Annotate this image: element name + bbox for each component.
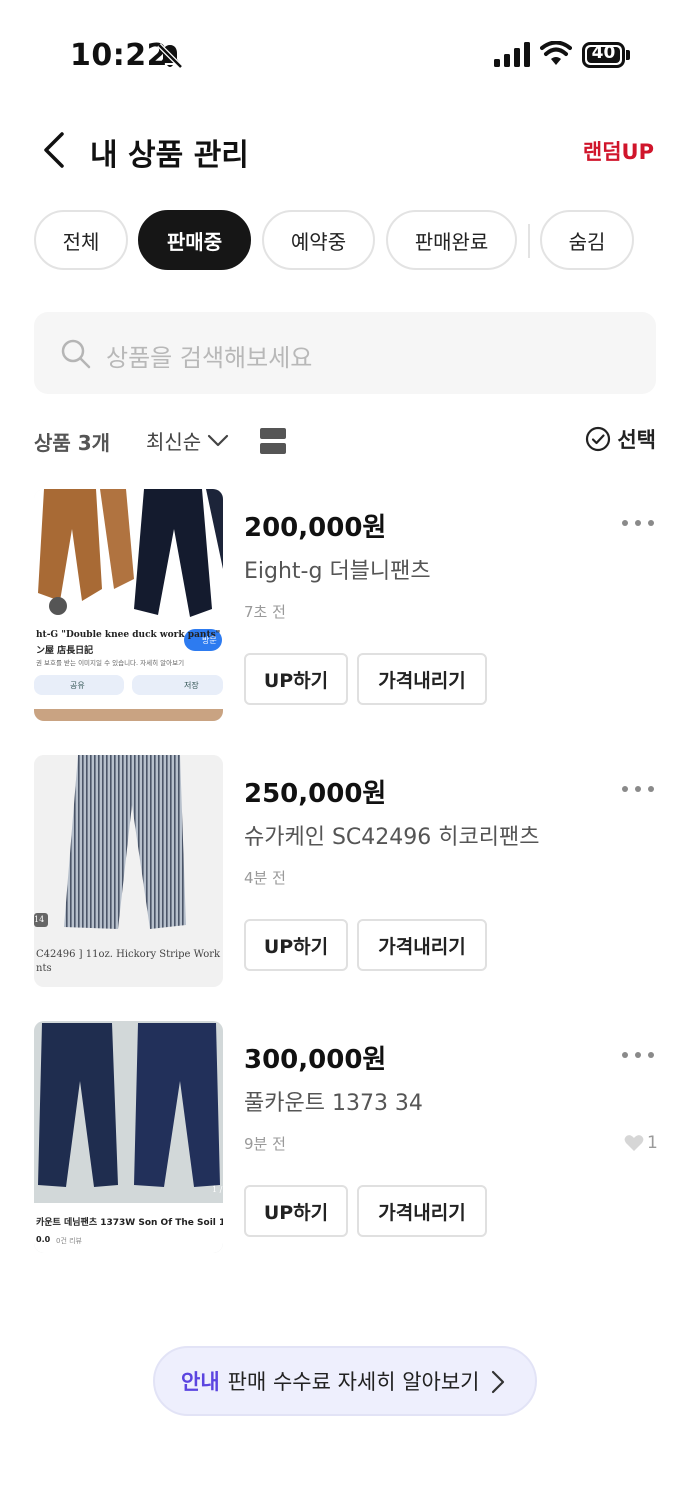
status-bar: 10:22 40 bbox=[0, 0, 690, 110]
thumb-caption: 0건 리뷰 bbox=[56, 1237, 82, 1245]
thumb-caption: 권 보호를 받는 이미지일 수 있습니다. 자세히 알아보기 bbox=[36, 659, 185, 667]
thumb-caption: ht-G "Double knee duck work pants" - bbox=[36, 630, 223, 640]
tab-all[interactable]: 전체 bbox=[34, 210, 128, 270]
thumb-caption: 저장 bbox=[184, 681, 199, 690]
sort-dropdown[interactable]: 최신순 bbox=[146, 426, 229, 455]
sort-label: 최신순 bbox=[146, 430, 202, 454]
product-time: 4분 전 bbox=[244, 869, 286, 887]
product-name: 슈가케인 SC42496 히코리팬츠 bbox=[244, 825, 540, 850]
more-options-icon[interactable] bbox=[618, 1049, 658, 1061]
thumb-caption: 공유 bbox=[70, 681, 85, 690]
select-button[interactable]: 선택 bbox=[585, 424, 656, 454]
bell-off-icon bbox=[157, 43, 183, 69]
up-button[interactable]: UP하기 bbox=[244, 653, 348, 705]
search-placeholder: 상품을 검색해보세요 bbox=[106, 344, 313, 372]
chevron-right-icon bbox=[491, 1370, 505, 1394]
product-item[interactable]: 14 C42496 ] 11oz. Hickory Stripe Work nt… bbox=[0, 755, 690, 987]
product-name: Eight-g 더블니팬츠 bbox=[244, 559, 431, 584]
product-thumbnail[interactable]: ht-G "Double knee duck work pants" - ン屋 … bbox=[34, 489, 223, 721]
wifi-icon bbox=[540, 41, 572, 65]
check-circle-icon bbox=[586, 426, 611, 452]
more-options-icon[interactable] bbox=[618, 783, 658, 795]
fee-info-banner[interactable]: 안내 판매 수수료 자세히 알아보기 bbox=[153, 1346, 537, 1416]
thumb-badge: 1 / bbox=[212, 1185, 223, 1194]
status-time: 10:22 bbox=[70, 38, 168, 73]
thumb-caption: 0.0 bbox=[36, 1235, 51, 1244]
tab-reserved[interactable]: 예약중 bbox=[262, 210, 375, 270]
tab-on-sale[interactable]: 판매중 bbox=[138, 210, 251, 270]
thumb-badge: 14 bbox=[34, 915, 45, 924]
price-down-button[interactable]: 가격내리기 bbox=[357, 1185, 487, 1237]
up-button[interactable]: UP하기 bbox=[244, 1185, 348, 1237]
product-count: 상품 3개 bbox=[34, 431, 111, 455]
back-button[interactable] bbox=[36, 128, 76, 172]
more-options-icon[interactable] bbox=[618, 517, 658, 529]
thumb-caption: C42496 ] 11oz. Hickory Stripe Work bbox=[36, 949, 221, 960]
notice-text: 판매 수수료 자세히 알아보기 bbox=[227, 1370, 480, 1394]
select-label: 선택 bbox=[617, 428, 656, 452]
tab-divider bbox=[528, 224, 530, 258]
search-icon bbox=[61, 339, 91, 369]
battery-level: 40 bbox=[591, 43, 616, 63]
price-down-button[interactable]: 가격내리기 bbox=[357, 653, 487, 705]
list-view-icon[interactable] bbox=[260, 428, 286, 454]
product-item[interactable]: ht-G "Double knee duck work pants" - ン屋 … bbox=[0, 489, 690, 721]
heart-icon bbox=[624, 1135, 644, 1151]
tab-sold[interactable]: 판매완료 bbox=[386, 210, 517, 270]
thumb-caption: 카운트 데님팬츠 1373W Son Of The Soil 1373W bbox=[36, 1218, 223, 1228]
product-price: 200,000원 bbox=[244, 513, 387, 543]
price-down-button[interactable]: 가격내리기 bbox=[357, 919, 487, 971]
product-thumbnail[interactable]: 1 / 카운트 데님팬츠 1373W Son Of The Soil 1373W… bbox=[34, 1021, 223, 1253]
tab-hidden[interactable]: 숨김 bbox=[540, 210, 634, 270]
product-thumbnail[interactable]: 14 C42496 ] 11oz. Hickory Stripe Work nt… bbox=[34, 755, 223, 987]
signal-icon bbox=[494, 42, 530, 67]
thumb-caption: 방문 bbox=[202, 636, 217, 645]
up-button[interactable]: UP하기 bbox=[244, 919, 348, 971]
thumb-caption: ン屋 店長日記 bbox=[36, 646, 94, 656]
product-item[interactable]: 1 / 카운트 데님팬츠 1373W Son Of The Soil 1373W… bbox=[0, 1021, 690, 1253]
thumb-caption: nts bbox=[36, 963, 52, 974]
product-price: 300,000원 bbox=[244, 1045, 387, 1075]
random-up-button[interactable]: 랜덤UP bbox=[583, 136, 654, 166]
product-price: 250,000원 bbox=[244, 779, 387, 809]
battery-icon: 40 bbox=[582, 42, 630, 68]
notice-tag: 안내 bbox=[181, 1370, 220, 1394]
chevron-down-icon bbox=[208, 434, 229, 446]
search-input[interactable]: 상품을 검색해보세요 bbox=[34, 312, 656, 394]
product-time: 7초 전 bbox=[244, 603, 286, 621]
product-time: 9분 전 bbox=[244, 1135, 286, 1153]
product-name: 풀카운트 1373 34 bbox=[244, 1091, 423, 1116]
like-count-value: 1 bbox=[647, 1133, 658, 1153]
like-count: 1 bbox=[624, 1133, 658, 1153]
page-title: 내 상품 관리 bbox=[90, 138, 249, 173]
